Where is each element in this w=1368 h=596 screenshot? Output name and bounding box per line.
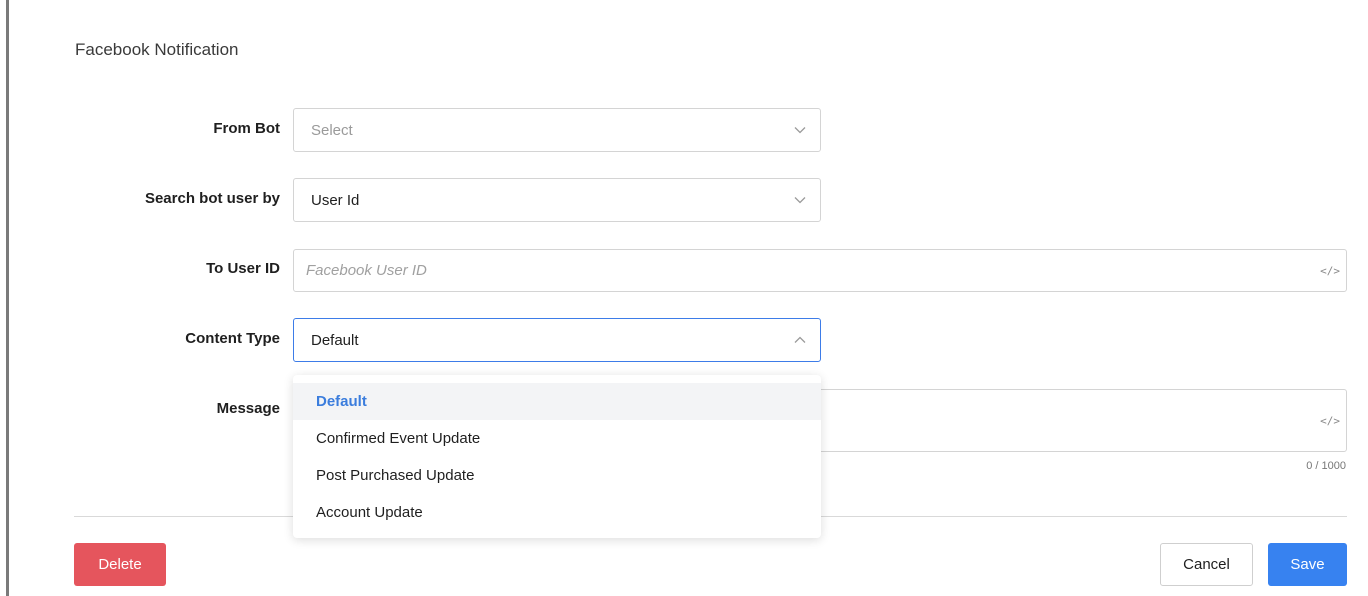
message-char-counter: 0 / 1000: [1306, 460, 1346, 472]
left-accent-bar: [6, 0, 9, 596]
save-button[interactable]: Save: [1268, 543, 1347, 586]
content-type-label: Content Type: [185, 330, 280, 347]
dropdown-option-default[interactable]: Default: [293, 383, 821, 420]
from-bot-placeholder: Select: [311, 121, 353, 139]
dropdown-option-confirmed-event-update[interactable]: Confirmed Event Update: [293, 420, 821, 457]
dropdown-option-account-update[interactable]: Account Update: [293, 494, 821, 531]
page: Facebook Notification From Bot Select Se…: [0, 0, 1368, 596]
search-by-label: Search bot user by: [144, 190, 280, 207]
to-user-placeholder: Facebook User ID: [306, 262, 427, 279]
code-icon[interactable]: </>: [1320, 264, 1340, 277]
to-user-input[interactable]: Facebook User ID </>: [293, 249, 1347, 292]
delete-button[interactable]: Delete: [74, 543, 166, 586]
search-by-select[interactable]: User Id: [293, 178, 821, 222]
from-bot-select[interactable]: Select: [293, 108, 821, 152]
page-title: Facebook Notification: [75, 40, 239, 59]
chevron-up-icon: [794, 334, 806, 346]
code-icon[interactable]: </>: [1320, 414, 1340, 427]
chevron-down-icon: [794, 124, 806, 136]
content-type-value: Default: [311, 331, 359, 349]
to-user-label: To User ID: [206, 260, 280, 277]
cancel-button[interactable]: Cancel: [1160, 543, 1253, 586]
dropdown-option-post-purchased-update[interactable]: Post Purchased Update: [293, 457, 821, 494]
message-label: Message: [216, 400, 280, 417]
from-bot-label: From Bot: [213, 120, 280, 137]
content-type-dropdown-menu: Default Confirmed Event Update Post Purc…: [293, 375, 821, 538]
chevron-down-icon: [794, 194, 806, 206]
search-by-value: User Id: [311, 191, 360, 209]
content-type-select[interactable]: Default: [293, 318, 821, 362]
